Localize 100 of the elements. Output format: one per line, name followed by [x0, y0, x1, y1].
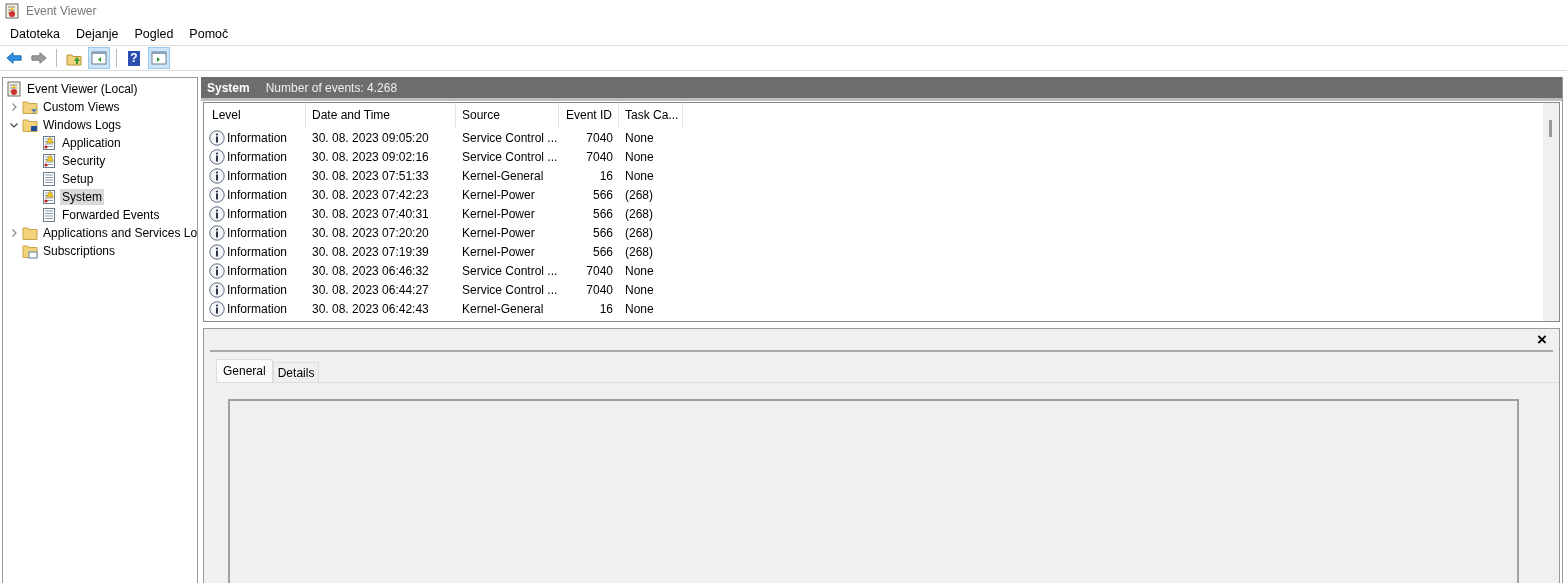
table-cell: Kernel-Power — [462, 244, 535, 259]
table-cell: 7040 — [586, 282, 613, 297]
tab[interactable]: General — [216, 359, 273, 382]
table-cell: Information — [227, 130, 288, 145]
alert-log-icon — [41, 153, 57, 169]
table-cell: Information — [227, 263, 288, 278]
table-cell: 30. 08. 2023 07:20:20 — [312, 225, 429, 240]
table-cell: 16 — [599, 301, 613, 316]
tree-item[interactable]: Event Viewer (Local) — [25, 81, 140, 97]
window-title: Event Viewer — [26, 4, 97, 18]
table-cell: Kernel-Power — [462, 187, 535, 202]
tree-item[interactable]: Applications and Services Lo — [41, 225, 197, 241]
table-cell: 30. 08. 2023 09:05:20 — [312, 130, 429, 145]
table-cell: 30. 08. 2023 07:19:39 — [312, 244, 429, 259]
tab[interactable]: Details — [272, 362, 320, 382]
tree-item[interactable]: Custom Views — [41, 99, 122, 115]
information-icon — [209, 262, 225, 279]
table-cell: 7040 — [586, 149, 613, 164]
information-icon — [209, 129, 225, 146]
information-icon — [209, 300, 225, 317]
table-cell: None — [625, 282, 654, 297]
table-cell: Information — [227, 244, 288, 259]
table-cell: Kernel-Power — [462, 225, 535, 240]
information-icon — [209, 186, 225, 203]
folder-icon — [22, 117, 38, 133]
table-cell: Information — [227, 301, 288, 316]
table-cell: Kernel-General — [462, 168, 544, 183]
table-cell: 566 — [592, 244, 613, 259]
table-cell: Kernel-Power — [462, 206, 535, 221]
table-cell: Information — [227, 206, 288, 221]
table-cell: None — [625, 263, 654, 278]
tree-item[interactable]: Application — [60, 135, 123, 151]
event-log-icon — [4, 3, 20, 19]
table-cell: Service Control ... — [462, 149, 558, 164]
tree-item[interactable]: Security — [60, 153, 108, 169]
menu-item[interactable]: Pomoč — [183, 26, 235, 41]
log-title: System — [207, 80, 250, 95]
information-icon — [209, 148, 225, 165]
column-header[interactable]: Event ID — [559, 103, 619, 128]
column-header[interactable]: Source — [456, 103, 559, 128]
table-cell: (268) — [625, 225, 653, 240]
table-cell: 30. 08. 2023 07:51:33 — [312, 168, 429, 183]
table-cell: Service Control ... — [462, 130, 558, 145]
table-cell: 16 — [599, 168, 613, 183]
folder-icon — [22, 225, 38, 241]
table-cell: 30. 08. 2023 07:40:31 — [312, 206, 429, 221]
event-count: Number of events: 4.268 — [265, 80, 398, 95]
tree-item[interactable]: System — [60, 189, 104, 205]
table-cell: Information — [227, 225, 288, 240]
table-cell: 30. 08. 2023 07:42:23 — [312, 187, 429, 202]
event-log-icon — [6, 81, 22, 97]
close-button[interactable]: × — [1531, 330, 1553, 349]
table-cell: Kernel-General — [462, 301, 544, 316]
action-pane-button[interactable] — [148, 47, 170, 69]
information-icon — [209, 243, 225, 260]
menu-item[interactable]: Pogled — [128, 26, 180, 41]
table-cell: 7040 — [586, 263, 613, 278]
information-icon — [209, 205, 225, 222]
table-cell: None — [625, 149, 654, 164]
tree-item[interactable]: Windows Logs — [41, 117, 124, 133]
table-cell: Information — [227, 282, 288, 297]
table-cell: 7040 — [586, 130, 613, 145]
column-header[interactable]: Level — [206, 103, 306, 128]
column-header[interactable]: Date and Time — [306, 103, 456, 128]
log-icon — [41, 207, 57, 223]
table-cell: 30. 08. 2023 06:44:27 — [312, 282, 429, 297]
table-cell: (268) — [625, 244, 653, 259]
information-icon — [209, 224, 225, 241]
menu-item[interactable]: Dejanje — [70, 26, 125, 41]
tree-pane-button[interactable] — [88, 47, 110, 69]
table-cell: Service Control ... — [462, 282, 558, 297]
alert-log-icon — [41, 135, 57, 151]
table-cell: 566 — [592, 206, 613, 221]
folder-icon — [22, 99, 38, 115]
menu-item[interactable]: Datoteka — [4, 26, 67, 41]
table-cell: (268) — [625, 206, 653, 221]
tree-item[interactable]: Forwarded Events — [60, 207, 162, 223]
table-cell: Information — [227, 149, 288, 164]
tree-item[interactable]: Setup — [60, 171, 96, 187]
help-button[interactable]: ? — [123, 47, 145, 69]
table-cell: (268) — [625, 187, 653, 202]
folder-icon — [22, 243, 38, 259]
table-cell: 30. 08. 2023 09:02:16 — [312, 149, 429, 164]
table-cell: Service Control ... — [462, 263, 558, 278]
column-header[interactable]: Task Ca... — [619, 103, 683, 128]
vertical-scrollbar[interactable] — [1543, 103, 1559, 321]
tree-item[interactable]: Subscriptions — [41, 243, 118, 259]
table-cell: Information — [227, 168, 288, 183]
information-icon — [209, 281, 225, 298]
table-cell: None — [625, 301, 654, 316]
table-cell: 30. 08. 2023 06:42:43 — [312, 301, 429, 316]
table-cell: None — [625, 130, 654, 145]
table-cell: 30. 08. 2023 06:46:32 — [312, 263, 429, 278]
alert-log-icon — [41, 189, 57, 205]
table-cell: Information — [227, 187, 288, 202]
information-icon — [209, 167, 225, 184]
table-cell: 566 — [592, 187, 613, 202]
table-cell: None — [625, 168, 654, 183]
table-cell: 566 — [592, 225, 613, 240]
log-icon — [41, 171, 57, 187]
